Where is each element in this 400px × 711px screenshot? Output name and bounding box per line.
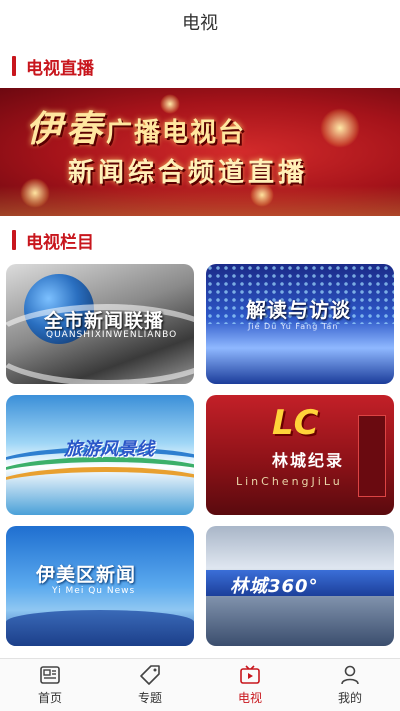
section-accent-bar: [12, 230, 16, 250]
live-section-header: 电视直播: [0, 52, 400, 80]
mountain-graphic: [6, 610, 194, 646]
program-title: 林城360°: [230, 576, 319, 597]
program-title: 旅游风景线: [64, 439, 154, 460]
program-title: 林城纪录: [272, 451, 345, 470]
program-card-interview[interactable]: 解读与访谈 Jie Du Yu Fang Tan: [206, 264, 394, 384]
banner-station-name: 伊春: [26, 108, 107, 150]
tab-topics[interactable]: 专题: [100, 659, 200, 711]
program-card-documentary[interactable]: LC 林城纪录 LinChengJiLu: [206, 395, 394, 515]
banner-station-suffix: 广播电视台: [106, 118, 247, 148]
program-card-lincheng-360[interactable]: 林城360°: [206, 526, 394, 646]
live-stream-banner[interactable]: 伊春广播电视台 新闻综合频道直播: [0, 88, 400, 216]
program-card-yimei-news[interactable]: 伊美区新闻 Yi Mei Qu News: [6, 526, 194, 646]
bottom-tab-bar: 首页 专题 电视 我的: [0, 658, 400, 711]
program-card-news-broadcast[interactable]: 全市新闻联播 QUANSHIXINWENLIANBO: [6, 264, 194, 384]
program-subtitle: Jie Du Yu Fang Tan: [248, 322, 339, 331]
program-title: 解读与访谈: [246, 298, 351, 322]
tab-home[interactable]: 首页: [0, 659, 100, 711]
tab-label: 电视: [237, 691, 262, 705]
section-accent-bar: [12, 56, 16, 76]
banner-line-1: 伊春广播电视台: [26, 100, 246, 152]
tab-label: 我的: [337, 691, 362, 705]
program-subtitle: LinChengJiLu: [236, 475, 343, 488]
banner-line-2: 新闻综合频道直播: [68, 158, 309, 188]
program-title: 全市新闻联播: [44, 310, 165, 332]
banner-glow: [0, 186, 400, 216]
tab-tv[interactable]: 电视: [200, 659, 300, 711]
program-subtitle: QUANSHIXINWENLIANBO: [46, 330, 178, 340]
top-bar: 电视: [0, 0, 400, 44]
sparkle: [320, 108, 360, 148]
tab-label: 首页: [37, 691, 62, 705]
page-title: 电视: [182, 13, 218, 34]
program-title: 伊美区新闻: [36, 564, 137, 586]
building-graphic: [358, 415, 386, 497]
wave-graphic: [6, 467, 194, 512]
tab-label: 专题: [137, 691, 162, 705]
program-grid: 全市新闻联播 QUANSHIXINWENLIANBO 解读与访谈 Jie Du …: [0, 254, 400, 646]
program-card-travel[interactable]: 旅游风景线: [6, 395, 194, 515]
program-logo: LC: [272, 403, 319, 443]
tv-icon: [239, 664, 261, 686]
columns-section-title: 电视栏目: [26, 232, 94, 253]
home-news-icon: [39, 664, 61, 686]
tag-icon: [139, 664, 161, 686]
live-section-title: 电视直播: [26, 58, 94, 79]
person-icon: [339, 664, 361, 686]
program-subtitle: Yi Mei Qu News: [52, 586, 136, 596]
tab-profile[interactable]: 我的: [300, 659, 400, 711]
columns-section-header: 电视栏目: [0, 226, 400, 254]
